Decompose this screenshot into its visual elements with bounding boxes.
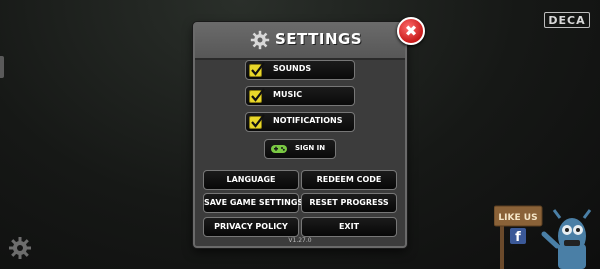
like-us-mascot[interactable]: LIKE US f (494, 196, 594, 269)
language-button[interactable]: LANGUAGE (203, 170, 299, 190)
settings-header: SETTINGS (195, 24, 405, 60)
exit-button[interactable]: EXIT (301, 217, 397, 237)
like-us-text: LIKE US (498, 213, 537, 223)
sign-in-label: SIGN IN (295, 144, 326, 152)
deca-logo: DECA (544, 12, 590, 28)
notifications-toggle[interactable]: NOTIFICATIONS (245, 112, 355, 132)
reset-progress-button[interactable]: RESET PROGRESS (301, 193, 397, 213)
checkbox-checked-icon (249, 62, 265, 77)
svg-text:f: f (515, 230, 521, 245)
checkbox-checked-icon (249, 88, 265, 103)
notifications-label: NOTIFICATIONS (273, 116, 343, 125)
redeem-code-button[interactable]: REDEEM CODE (301, 170, 397, 190)
side-tab[interactable] (0, 56, 4, 78)
privacy-policy-button[interactable]: PRIVACY POLICY (203, 217, 299, 237)
settings-title: SETTINGS (275, 30, 363, 48)
sign-in-button[interactable]: SIGN IN (264, 139, 336, 159)
sounds-toggle[interactable]: SOUNDS (245, 60, 355, 80)
gear-icon[interactable] (8, 236, 32, 260)
close-icon: ✖ (404, 22, 418, 40)
version-label: V1.27.0 (288, 237, 312, 244)
checkbox-checked-icon (249, 114, 265, 129)
gear-icon (250, 30, 270, 50)
save-game-settings-button[interactable]: SAVE GAME SETTINGS (203, 193, 303, 213)
sounds-label: SOUNDS (273, 64, 312, 73)
music-label: MUSIC (273, 90, 303, 99)
music-toggle[interactable]: MUSIC (245, 86, 355, 106)
close-button[interactable]: ✖ (397, 17, 425, 45)
settings-dialog: SETTINGS (193, 22, 407, 248)
gamepad-icon (271, 145, 287, 153)
